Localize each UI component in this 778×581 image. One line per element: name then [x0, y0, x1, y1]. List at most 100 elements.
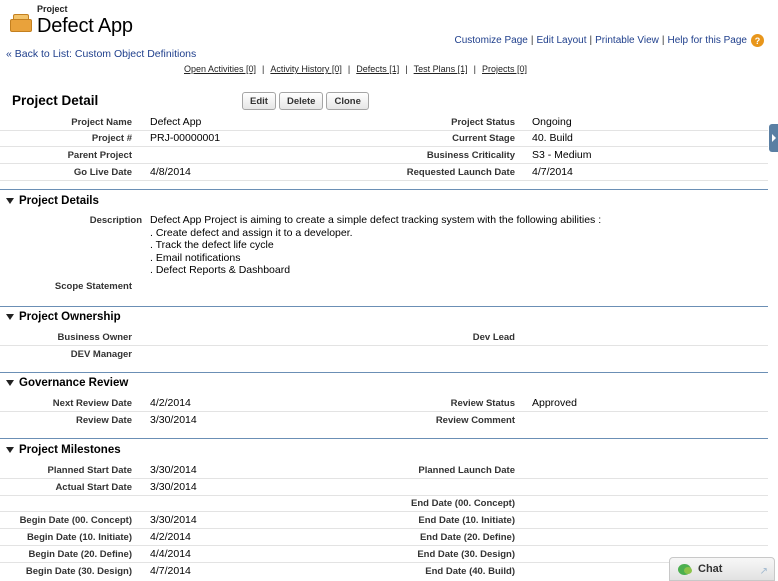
collapse-triangle-icon — [6, 380, 14, 386]
field-label: End Date (30. Design) — [417, 549, 515, 560]
collapse-triangle-icon — [6, 314, 14, 320]
field-value: 4/4/2014 — [150, 548, 191, 560]
field-value: 3/30/2014 — [150, 481, 197, 493]
section-divider — [0, 306, 768, 307]
field-label: Actual Start Date — [55, 482, 132, 493]
defects-link[interactable]: Defects [1] — [356, 64, 399, 74]
detail-row: Parent Project Business Criticality S3 -… — [0, 147, 768, 164]
detail-row: Begin Date (00. Concept) 3/30/2014 End D… — [0, 512, 768, 529]
description-line: Defect App Project is aiming to create a… — [150, 214, 602, 226]
field-label: End Date (00. Concept) — [411, 498, 515, 509]
object-type-label: Project — [37, 4, 68, 14]
page-header: Project Defect App — [10, 4, 133, 37]
back-to-list-link[interactable]: « Back to List: Custom Object Definition… — [6, 48, 196, 60]
description-value: Defect App Project is aiming to create a… — [150, 214, 601, 277]
clone-button[interactable]: Clone — [326, 92, 369, 110]
section-divider — [0, 372, 768, 373]
detail-row: Next Review Date 4/2/2014 Review Status … — [0, 395, 768, 412]
sidebar-toggle[interactable] — [769, 124, 778, 152]
detail-section-title: Project Detail — [12, 93, 99, 108]
edit-button[interactable]: Edit — [242, 92, 276, 110]
field-label: Begin Date (00. Concept) — [19, 515, 132, 526]
field-label: Begin Date (30. Design) — [25, 566, 132, 577]
section-title: Project Ownership — [19, 311, 121, 323]
chat-widget[interactable]: Chat ↗ — [669, 557, 775, 581]
projects-link[interactable]: Projects [0] — [482, 64, 527, 74]
field-value: 4/8/2014 — [150, 166, 191, 178]
detail-row: Scope Statement — [0, 278, 768, 295]
field-label: End Date (20. Define) — [419, 532, 515, 543]
project-ownership-header[interactable]: Project Ownership — [6, 311, 121, 323]
printable-view-link[interactable]: Printable View — [595, 35, 659, 46]
field-label: Review Date — [76, 415, 132, 426]
field-label: Project # — [91, 133, 132, 144]
test-plans-link[interactable]: Test Plans [1] — [414, 64, 468, 74]
description-line: . Track the defect life cycle — [150, 239, 274, 251]
description-line: . Create defect and assign it to a devel… — [150, 226, 353, 239]
detail-row: Begin Date (20. Define) 4/4/2014 End Dat… — [0, 546, 768, 563]
open-activities-link[interactable]: Open Activities [0] — [184, 64, 256, 74]
section-divider — [0, 189, 768, 190]
field-label: Begin Date (20. Define) — [28, 549, 132, 560]
field-value: 4/7/2014 — [532, 166, 573, 178]
collapse-triangle-icon — [6, 198, 14, 204]
detail-row: Begin Date (10. Initiate) 4/2/2014 End D… — [0, 529, 768, 546]
field-label: Review Status — [450, 398, 515, 409]
customize-page-link[interactable]: Customize Page — [455, 35, 528, 46]
activity-history-link[interactable]: Activity History [0] — [270, 64, 342, 74]
edit-layout-link[interactable]: Edit Layout — [536, 35, 586, 46]
detail-row: Begin Date (30. Design) 4/7/2014 End Dat… — [0, 563, 768, 580]
field-value: 3/30/2014 — [150, 514, 197, 526]
detail-row: Go Live Date 4/8/2014 Requested Launch D… — [0, 164, 768, 181]
field-value: Defect App — [150, 116, 202, 128]
field-value: S3 - Medium — [532, 149, 592, 161]
collapse-triangle-icon — [6, 447, 14, 453]
field-label: Planned Launch Date — [418, 465, 515, 476]
section-title: Project Milestones — [19, 444, 121, 456]
description-line: . Defect Reports & Dashboard — [150, 264, 291, 276]
page-links: Customize Page | Edit Layout | Printable… — [455, 34, 764, 47]
field-value: 4/7/2014 — [150, 565, 191, 577]
chat-bubble-icon — [678, 563, 692, 575]
field-value: 3/30/2014 — [150, 414, 197, 426]
field-label: Business Criticality — [426, 150, 515, 161]
help-link[interactable]: Help for this Page — [668, 35, 748, 46]
page-title: Defect App — [37, 15, 133, 37]
field-label: Planned Start Date — [47, 465, 132, 476]
detail-buttons: Edit Delete Clone — [242, 92, 369, 110]
expand-arrow-icon[interactable]: ↗ — [760, 566, 768, 577]
detail-row: Planned Start Date 3/30/2014 Planned Lau… — [0, 462, 768, 479]
field-value: 4/2/2014 — [150, 397, 191, 409]
help-icon[interactable]: ? — [751, 34, 764, 47]
field-value: PRJ-00000001 — [150, 132, 221, 144]
field-label: Project Name — [71, 117, 132, 128]
delete-button[interactable]: Delete — [278, 92, 324, 110]
detail-row: Review Date 3/30/2014 Review Comment — [0, 412, 768, 429]
field-label: Go Live Date — [73, 167, 132, 178]
field-label: Project Status — [451, 117, 515, 128]
detail-row: DEV Manager — [0, 346, 768, 363]
field-label: End Date (10. Initiate) — [418, 515, 515, 526]
governance-review-header[interactable]: Governance Review — [6, 377, 128, 389]
section-title: Governance Review — [19, 377, 129, 389]
detail-row: End Date (00. Concept) — [0, 495, 768, 512]
field-value: 3/30/2014 — [150, 464, 197, 476]
section-title: Project Details — [19, 195, 99, 207]
field-label: Parent Project — [67, 150, 132, 161]
field-value: Ongoing — [532, 116, 572, 128]
field-value: 4/2/2014 — [150, 531, 191, 543]
field-label: Begin Date (10. Initiate) — [26, 532, 132, 543]
description-label: Description — [89, 215, 142, 226]
detail-row: Actual Start Date 3/30/2014 — [0, 479, 768, 496]
scope-statement-label: Scope Statement — [54, 281, 132, 292]
project-details-header[interactable]: Project Details — [6, 195, 99, 207]
section-divider — [0, 438, 768, 439]
field-label: Dev Lead — [472, 332, 515, 343]
detail-row: Project # PRJ-00000001 Current Stage 40.… — [0, 130, 768, 147]
field-label: Next Review Date — [52, 398, 132, 409]
field-label: DEV Manager — [70, 349, 132, 360]
project-milestones-header[interactable]: Project Milestones — [6, 444, 121, 456]
detail-row: Project Name Defect App Project Status O… — [0, 114, 768, 131]
field-label: Requested Launch Date — [406, 167, 515, 178]
field-label: Review Comment — [435, 415, 515, 426]
